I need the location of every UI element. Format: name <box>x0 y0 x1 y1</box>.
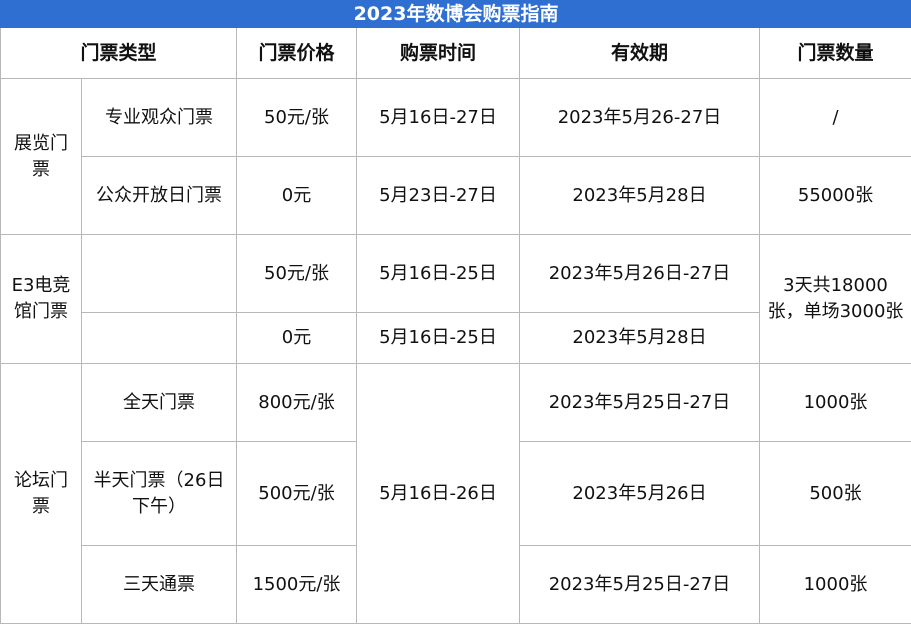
header-purchase-time: 购票时间 <box>356 27 520 79</box>
quantity-cell: 1000张 <box>758 363 911 442</box>
table-row: 展览门票 专业观众门票 50元/张 5月16日-27日 2023年5月26-27… <box>0 78 911 235</box>
subtype-cell: 全天门票 <box>81 363 237 442</box>
quantity-cell: / <box>758 78 911 157</box>
header-quantity: 门票数量 <box>758 27 911 79</box>
subtype-cell: 半天门票（26日下午） <box>81 441 237 546</box>
table-row: 公众开放日门票 0元 5月23日-27日 2023年5月28日 55000张 <box>1 156 911 235</box>
header-validity: 有效期 <box>519 27 760 79</box>
price-cell: 1500元/张 <box>236 545 357 624</box>
time-cell: 5月16日-25日 <box>356 312 520 364</box>
category-forum: 论坛门票 <box>0 363 82 624</box>
subtype-cell: 公众开放日门票 <box>81 156 237 235</box>
price-cell: 0元 <box>236 156 357 235</box>
time-cell: 5月16日-27日 <box>356 78 520 157</box>
validity-cell: 2023年5月26日-27日 <box>519 234 760 313</box>
price-cell: 800元/张 <box>236 363 357 442</box>
time-cell: 5月16日-25日 <box>356 234 520 313</box>
header-ticket-price: 门票价格 <box>236 27 357 79</box>
time-cell: 5月23日-27日 <box>356 156 520 235</box>
quantity-cell: 500张 <box>758 441 911 546</box>
subtype-cell <box>81 312 237 364</box>
validity-cell: 2023年5月28日 <box>519 312 760 364</box>
subtype-cell <box>81 234 237 313</box>
quantity-cell: 3天共18000张，单场3000张 <box>758 234 911 364</box>
ticket-guide-table: 2023年数博会购票指南 门票类型 门票价格 购票时间 有效期 门票数量 展览门… <box>0 0 911 624</box>
quantity-cell: 55000张 <box>758 156 911 235</box>
price-cell: 0元 <box>236 312 357 364</box>
header-ticket-type: 门票类型 <box>0 27 237 79</box>
quantity-cell: 1000张 <box>758 545 911 624</box>
subtype-cell: 三天通票 <box>81 545 237 624</box>
price-cell: 500元/张 <box>236 441 357 546</box>
validity-cell: 2023年5月25日-27日 <box>519 545 760 624</box>
validity-cell: 2023年5月28日 <box>519 156 760 235</box>
validity-cell: 2023年5月26日 <box>519 441 760 546</box>
validity-cell: 2023年5月26-27日 <box>519 78 760 157</box>
table-title: 2023年数博会购票指南 <box>0 0 911 28</box>
category-esports: E3电竞馆门票 <box>0 234 82 364</box>
subtype-cell: 专业观众门票 <box>81 78 237 157</box>
price-cell: 50元/张 <box>236 78 357 157</box>
category-exhibition: 展览门票 <box>0 78 82 235</box>
table-row: E3电竞馆门票 50元/张 5月16日-25日 2023年5月26日-27日 3… <box>0 234 911 364</box>
price-cell: 50元/张 <box>236 234 357 313</box>
table-row: 论坛门票 全天门票 800元/张 5月16日-26日 2023年5月25日-27… <box>0 363 911 624</box>
validity-cell: 2023年5月25日-27日 <box>519 363 760 442</box>
time-cell: 5月16日-26日 <box>356 363 520 624</box>
